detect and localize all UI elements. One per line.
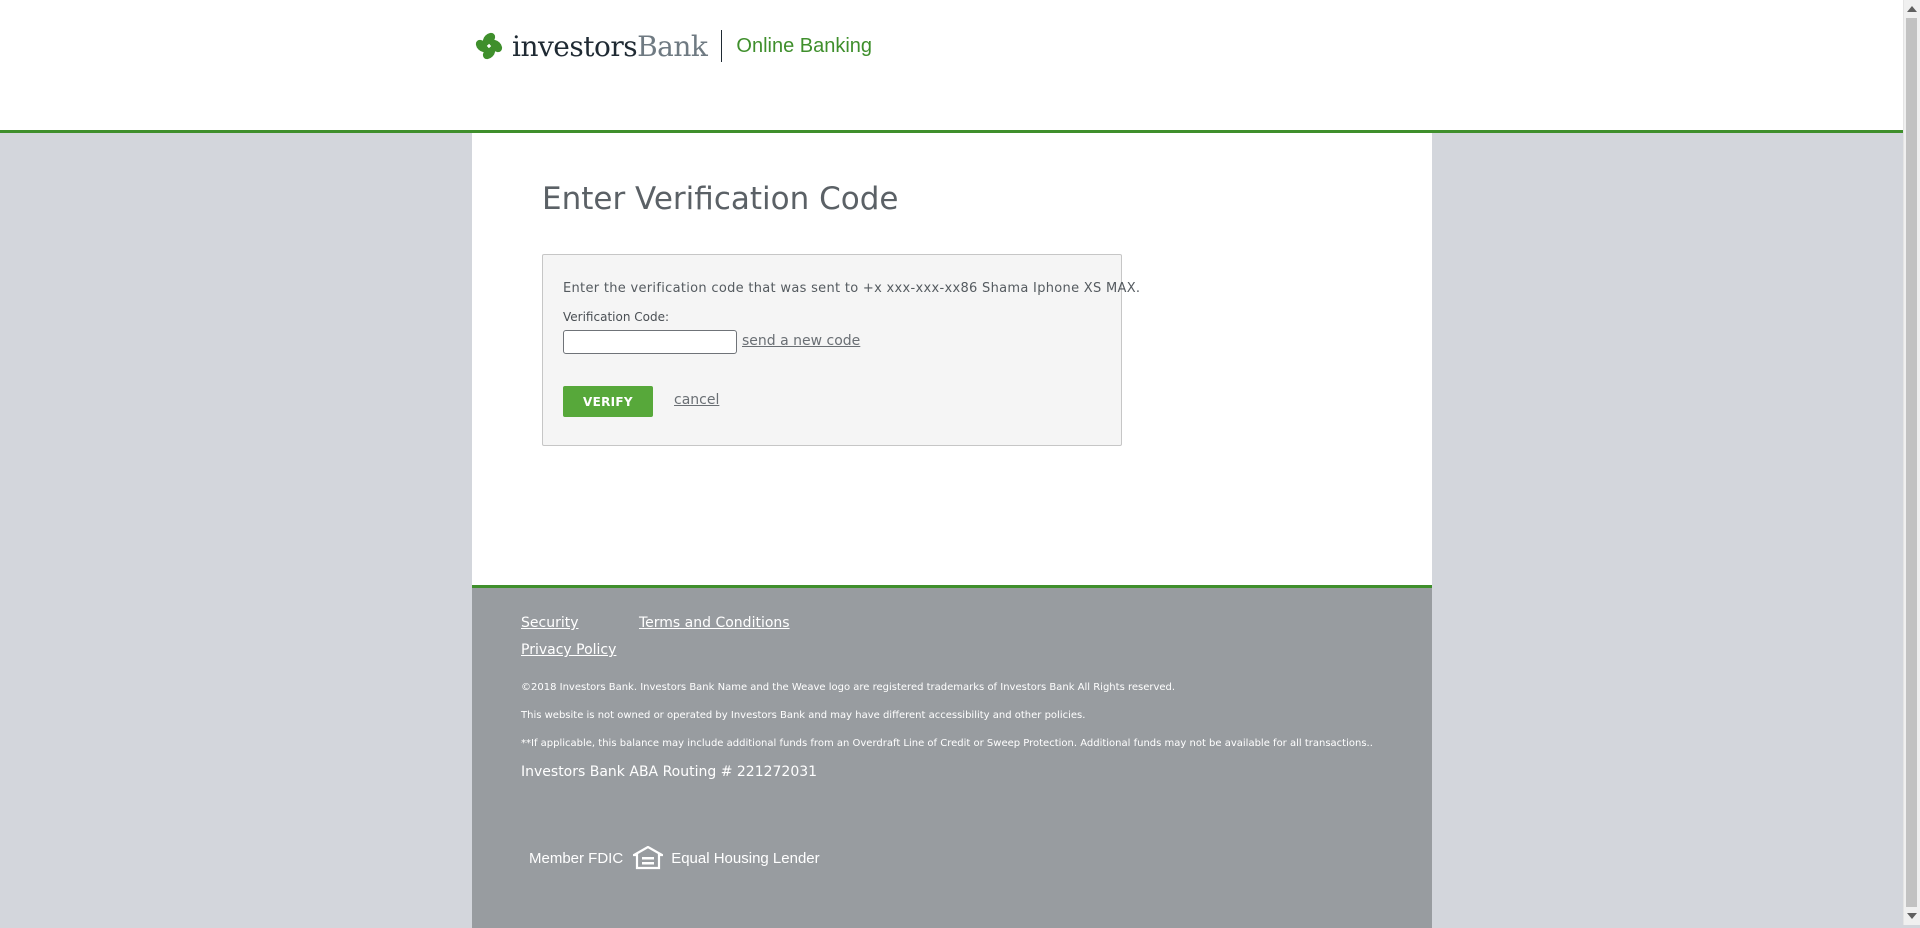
bank-name: investorsBank — [512, 29, 708, 63]
send-new-code-link[interactable]: send a new code — [742, 333, 860, 349]
equal-housing-label: Equal Housing Lender — [671, 849, 820, 867]
site-header: investorsBank Online Banking — [0, 0, 1904, 133]
site-footer: Security Terms and Conditions Privacy Po… — [472, 585, 1432, 928]
footer-fdic-row: Member FDIC Equal Housing Lender — [529, 846, 820, 870]
scroll-down-icon[interactable] — [1907, 913, 1917, 919]
verification-instruction: Enter the verification code that was sen… — [563, 281, 1141, 296]
logo-subtitle: Online Banking — [736, 34, 873, 57]
logo-divider — [721, 30, 723, 62]
footer-terms-link[interactable]: Terms and Conditions — [639, 615, 790, 631]
clover-logo-icon — [475, 32, 503, 60]
page-scrollbar[interactable] — [1903, 0, 1920, 925]
verification-code-label: Verification Code: — [563, 310, 670, 324]
verification-panel: Enter the verification code that was sen… — [542, 254, 1140, 446]
bank-logo[interactable]: investorsBank Online Banking — [474, 26, 872, 66]
main-content: Enter Verification Code Enter the verifi… — [472, 133, 1432, 585]
footer-copyright: ©2018 Investors Bank. Investors Bank Nam… — [521, 682, 1176, 693]
verification-code-input[interactable] — [563, 330, 737, 354]
scroll-up-icon[interactable] — [1907, 6, 1917, 12]
page-title: Enter Verification Code — [542, 181, 899, 217]
footer-balance-note: **If applicable, this balance may includ… — [521, 738, 1373, 749]
footer-security-link[interactable]: Security — [521, 615, 579, 631]
cancel-link[interactable]: cancel — [674, 392, 719, 408]
logo-name-bank: Bank — [637, 29, 708, 63]
equal-housing-icon — [633, 846, 664, 870]
logo-name-investors: investors — [512, 29, 638, 63]
scroll-thumb[interactable] — [1906, 18, 1917, 907]
footer-disclaimer: This website is not owned or operated by… — [521, 710, 1086, 721]
member-fdic-label: Member FDIC — [529, 849, 624, 867]
footer-routing-number: Investors Bank ABA Routing # 221272031 — [521, 764, 818, 780]
footer-privacy-link[interactable]: Privacy Policy — [521, 642, 616, 658]
verify-button[interactable]: VERIFY — [563, 386, 653, 417]
